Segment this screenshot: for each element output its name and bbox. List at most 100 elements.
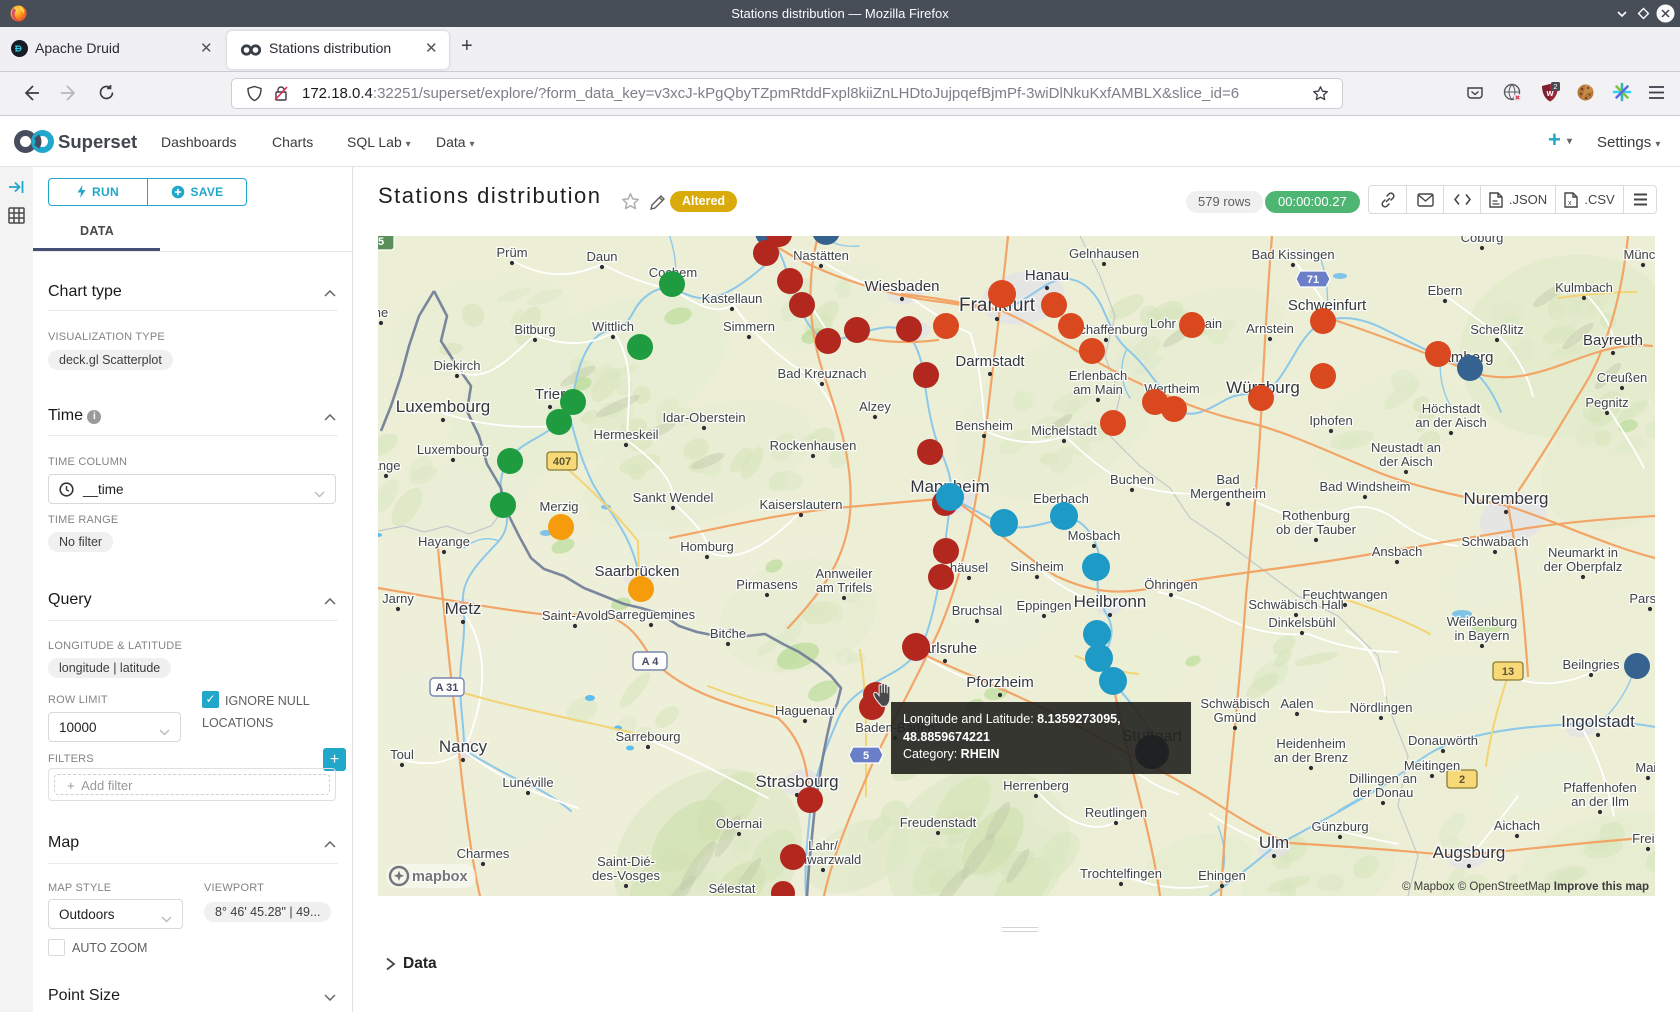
svg-text:an der Aisch: an der Aisch xyxy=(1415,415,1487,430)
svg-text:Hayange: Hayange xyxy=(418,534,470,549)
svg-text:Mergentheim: Mergentheim xyxy=(1190,486,1266,501)
svg-text:der Donau: der Donau xyxy=(1353,785,1414,800)
svg-text:Daun: Daun xyxy=(586,249,617,264)
svg-text:Bad Kreuznach: Bad Kreuznach xyxy=(778,366,867,381)
svg-text:Parsbe: Parsbe xyxy=(1629,591,1655,606)
svg-text:Heilbronn: Heilbronn xyxy=(1074,592,1147,611)
svg-text:am Main: am Main xyxy=(1073,382,1123,397)
svg-text:der Oberpfalz: der Oberpfalz xyxy=(1544,559,1623,574)
svg-text:Beilngries: Beilngries xyxy=(1562,657,1620,672)
svg-text:der Aisch: der Aisch xyxy=(1379,454,1432,469)
svg-text:Feuchtwangen: Feuchtwangen xyxy=(1302,587,1387,602)
svg-text:Haguenau: Haguenau xyxy=(775,703,835,718)
svg-text:Ehingen: Ehingen xyxy=(1198,868,1246,883)
svg-text:Augsburg: Augsburg xyxy=(1433,843,1506,862)
svg-text:5: 5 xyxy=(863,750,869,762)
svg-text:Nastätten: Nastätten xyxy=(793,248,849,263)
svg-text:Gmünd: Gmünd xyxy=(1214,710,1257,725)
svg-text:Ansbach: Ansbach xyxy=(1372,544,1423,559)
svg-text:Bad: Bad xyxy=(1216,472,1239,487)
svg-text:Erlenbach: Erlenbach xyxy=(1069,368,1128,383)
svg-text:Reutlingen: Reutlingen xyxy=(1085,805,1147,820)
svg-text:an der Brenz: an der Brenz xyxy=(1274,750,1348,765)
svg-text:Michelstadt: Michelstadt xyxy=(1031,423,1097,438)
svg-text:Toul: Toul xyxy=(390,747,414,762)
svg-text:Hanau: Hanau xyxy=(1025,267,1069,284)
svg-text:Nördlingen: Nördlingen xyxy=(1350,700,1413,715)
svg-text:Eppingen: Eppingen xyxy=(1017,598,1072,613)
svg-text:Kaiserslautern: Kaiserslautern xyxy=(759,497,842,512)
svg-text:Obernai: Obernai xyxy=(716,816,762,831)
svg-text:Diekirch: Diekirch xyxy=(434,358,481,373)
svg-text:Kulmbach: Kulmbach xyxy=(1555,280,1613,295)
svg-text:Coburg: Coburg xyxy=(1461,236,1504,245)
svg-text:Jarny: Jarny xyxy=(382,591,414,606)
svg-text:Simmern: Simmern xyxy=(723,319,775,334)
svg-text:Sarreguemines: Sarreguemines xyxy=(607,607,696,622)
svg-text:Freudenstadt: Freudenstadt xyxy=(900,815,977,830)
svg-text:Neustadt an: Neustadt an xyxy=(1371,440,1441,455)
svg-text:Herrenberg: Herrenberg xyxy=(1003,778,1069,793)
svg-text:Ingolstadt: Ingolstadt xyxy=(1561,712,1635,731)
svg-text:Öhringen: Öhringen xyxy=(1144,577,1197,592)
svg-text:Sarrebourg: Sarrebourg xyxy=(615,729,680,744)
svg-text:13: 13 xyxy=(1502,666,1514,678)
svg-text:Aalen: Aalen xyxy=(1280,696,1313,711)
svg-text:Iphofen: Iphofen xyxy=(1309,413,1352,428)
svg-text:Merzig: Merzig xyxy=(539,499,578,514)
svg-text:Dillingen an: Dillingen an xyxy=(1349,771,1417,786)
svg-text:Pforzheim: Pforzheim xyxy=(966,674,1034,691)
svg-text:71: 71 xyxy=(1307,274,1319,286)
svg-text:Schwabach: Schwabach xyxy=(1461,534,1528,549)
svg-text:Ulm: Ulm xyxy=(1259,833,1289,852)
svg-text:Aichach: Aichach xyxy=(1494,818,1540,833)
svg-text:A 4: A 4 xyxy=(642,656,660,668)
svg-text:Pegnitz: Pegnitz xyxy=(1585,395,1628,410)
svg-text:häusel: häusel xyxy=(950,560,988,575)
svg-text:Sankt Wendel: Sankt Wendel xyxy=(633,490,714,505)
svg-text:ange: ange xyxy=(378,458,400,473)
svg-text:Darmstadt: Darmstadt xyxy=(955,353,1025,370)
svg-text:Saint-Avold: Saint-Avold xyxy=(542,608,608,623)
svg-text:Charmes: Charmes xyxy=(457,846,510,861)
svg-text:in Bayern: in Bayern xyxy=(1455,628,1510,643)
svg-text:Pfaffenhofen: Pfaffenhofen xyxy=(1563,780,1637,795)
svg-text:Münch: Münch xyxy=(1623,247,1655,262)
svg-text:Lunéville: Lunéville xyxy=(502,775,553,790)
svg-text:Donauwörth: Donauwörth xyxy=(1408,733,1478,748)
svg-text:Nuremberg: Nuremberg xyxy=(1463,489,1548,508)
svg-text:Trochtelfingen: Trochtelfingen xyxy=(1080,866,1162,881)
svg-text:Bensheim: Bensheim xyxy=(955,418,1013,433)
svg-text:Annweiler: Annweiler xyxy=(815,566,873,581)
svg-text:Sinsheim: Sinsheim xyxy=(1010,559,1063,574)
svg-text:Rockenhausen: Rockenhausen xyxy=(770,438,857,453)
svg-text:Kastellaun: Kastellaun xyxy=(702,291,763,306)
svg-text:2: 2 xyxy=(1459,774,1465,786)
svg-text:Scheßlitz: Scheßlitz xyxy=(1470,322,1523,337)
svg-text:mapbox: mapbox xyxy=(412,869,468,885)
svg-text:Bitburg: Bitburg xyxy=(514,322,555,337)
svg-text:Luxembourg: Luxembourg xyxy=(417,442,489,457)
svg-text:Luxembourg: Luxembourg xyxy=(396,397,491,416)
svg-text:Idar-Oberstein: Idar-Oberstein xyxy=(662,410,745,425)
svg-text:Freisi: Freisi xyxy=(1632,831,1655,846)
svg-text:an der Ilm: an der Ilm xyxy=(1571,794,1629,809)
svg-text:A 31: A 31 xyxy=(436,682,459,694)
svg-text:Schwäbisch: Schwäbisch xyxy=(1200,696,1269,711)
svg-text:Saint-Dié-: Saint-Dié- xyxy=(597,854,655,869)
svg-text:ne: ne xyxy=(378,305,388,320)
svg-text:Bad Windsheim: Bad Windsheim xyxy=(1319,479,1410,494)
svg-text:Bitche: Bitche xyxy=(710,626,746,641)
svg-text:Homburg: Homburg xyxy=(680,539,733,554)
svg-text:Alzey: Alzey xyxy=(859,399,891,414)
svg-text:Dinkelsbühl: Dinkelsbühl xyxy=(1268,615,1335,630)
svg-text:Lahr/: Lahr/ xyxy=(808,838,838,853)
svg-text:Arnstein: Arnstein xyxy=(1246,321,1294,336)
svg-text:Hermeskeil: Hermeskeil xyxy=(593,427,658,442)
svg-text:Ebern: Ebern xyxy=(1428,283,1463,298)
svg-text:Bad Kissingen: Bad Kissingen xyxy=(1251,247,1334,262)
svg-text:am Trifels: am Trifels xyxy=(816,580,873,595)
svg-text:Gelnhausen: Gelnhausen xyxy=(1069,246,1139,261)
svg-text:Mosbach: Mosbach xyxy=(1068,528,1121,543)
svg-text:2: 2 xyxy=(1553,82,1557,91)
